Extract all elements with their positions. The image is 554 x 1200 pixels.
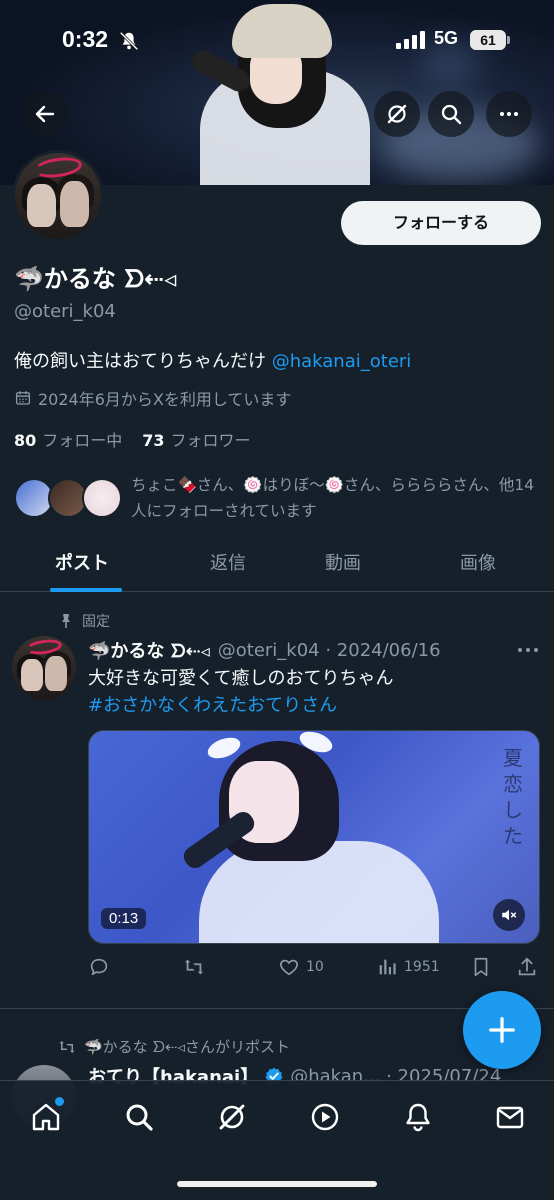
- post-header: 🦈かるな ᗤ⇠◃ @oteri_k04 · 2024/06/16: [88, 637, 441, 663]
- view-count: 1951: [404, 959, 440, 975]
- pin-icon: [62, 614, 70, 628]
- post-meta: @oteri_k04 · 2024/06/16: [217, 639, 441, 661]
- active-tab-indicator: [50, 588, 122, 592]
- following-link[interactable]: 80 フォロー中: [14, 427, 122, 451]
- compose-button[interactable]: [463, 991, 541, 1069]
- nav-search[interactable]: [123, 1101, 155, 1133]
- plus-icon: [489, 1017, 515, 1043]
- search-button[interactable]: [428, 91, 474, 137]
- user-handle: @oteri_k04: [14, 301, 116, 322]
- grok-icon: [387, 104, 407, 124]
- like-button[interactable]: 10: [278, 956, 324, 978]
- repost-icon: [184, 959, 204, 975]
- reply-button[interactable]: [88, 956, 110, 978]
- share-icon: [518, 957, 536, 976]
- post-hashtag[interactable]: #おさかなくわえたおてりさん: [88, 692, 393, 719]
- home-indicator: [177, 1181, 377, 1187]
- heart-icon: [280, 959, 298, 976]
- reply-icon: [90, 958, 108, 976]
- nav-grok[interactable]: [216, 1101, 248, 1133]
- follower-avatar: [82, 478, 122, 518]
- repost-label: 🦈かるな ᗤ⇠◃さんがリポスト: [58, 1036, 290, 1057]
- network-type: 5G: [434, 28, 459, 48]
- status-bar: 0:32 5G 61: [0, 0, 554, 84]
- profile-tabs: ポスト 返信 動画 画像: [0, 537, 554, 592]
- following-count: 80: [14, 431, 37, 450]
- mail-icon: [496, 1106, 524, 1129]
- tab-images[interactable]: 画像: [460, 549, 496, 575]
- video-caption: 夏恋した: [503, 746, 523, 848]
- bookmark-button[interactable]: [470, 956, 492, 978]
- repost-text: 🦈かるな ᗤ⇠◃さんがリポスト: [84, 1038, 290, 1056]
- post-text: 大好きな可愛くて癒しのおてりちゃん #おさかなくわえたおてりさん: [88, 665, 393, 719]
- followed-by-text: ちょこ🍫さん、🍥はりぼ〜🍥さん、ららららさん、他14人にフォローされています: [131, 476, 535, 520]
- status-time: 0:32: [62, 26, 109, 52]
- bookmark-icon: [474, 957, 488, 977]
- battery-tip: [507, 36, 510, 44]
- bio-mention-link[interactable]: @hakanai_oteri: [272, 351, 412, 372]
- followed-by[interactable]: ちょこ🍫さん、🍥はりぼ〜🍥さん、ららららさん、他14人にフォローされています: [14, 472, 544, 524]
- profile-avatar[interactable]: [12, 150, 104, 242]
- post-actions: 10 1951: [88, 956, 544, 984]
- search-icon: [126, 1104, 153, 1131]
- share-button[interactable]: [516, 956, 538, 978]
- nav-video[interactable]: [309, 1101, 341, 1133]
- grok-icon: [219, 1104, 245, 1130]
- display-name: 🦈かるな ᗤ⇠◃: [14, 265, 177, 293]
- nav-messages[interactable]: [494, 1101, 526, 1133]
- bell-off-icon: [119, 31, 139, 51]
- bio-text: 俺の飼い主はおてりちゃんだけ: [14, 351, 272, 372]
- followers-link[interactable]: 73 フォロワー: [142, 427, 250, 451]
- followers-count: 73: [142, 431, 165, 450]
- following-label: フォロー中: [42, 431, 123, 450]
- video-duration: 0:13: [101, 908, 147, 929]
- signal-icon: [396, 31, 425, 49]
- tab-posts[interactable]: ポスト: [55, 549, 109, 575]
- nav-notifications[interactable]: [402, 1101, 434, 1133]
- post-avatar[interactable]: [12, 636, 76, 700]
- follow-button[interactable]: フォローする: [341, 201, 541, 245]
- more-button[interactable]: [486, 91, 532, 137]
- post-video[interactable]: 夏恋した 0:13: [88, 730, 540, 944]
- repost-button[interactable]: [183, 956, 205, 978]
- tab-videos[interactable]: 動画: [325, 549, 361, 575]
- mute-button[interactable]: [493, 899, 525, 931]
- follow-stats: 80 フォロー中 73 フォロワー: [14, 427, 251, 451]
- followers-label: フォロワー: [170, 431, 251, 450]
- profile-bio: 俺の飼い主はおてりちゃんだけ @hakanai_oteri: [14, 347, 411, 373]
- repost-icon: [59, 1040, 75, 1053]
- post-more-icon[interactable]: [516, 645, 540, 655]
- back-button[interactable]: [22, 91, 68, 137]
- views-icon: [379, 959, 396, 975]
- post-body: 大好きな可愛くて癒しのおてりちゃん: [88, 668, 394, 689]
- post-author-name[interactable]: 🦈かるな ᗤ⇠◃: [88, 637, 210, 663]
- grok-button[interactable]: [374, 91, 420, 137]
- mute-icon: [502, 909, 517, 921]
- search-icon: [441, 104, 462, 125]
- pinned-text: 固定: [82, 614, 110, 630]
- pinned-label: 固定: [58, 611, 110, 631]
- tab-replies[interactable]: 返信: [210, 549, 246, 575]
- notification-dot: [55, 1097, 64, 1106]
- joined-date: 2024年6月からXを利用しています: [14, 386, 291, 410]
- video-icon: [311, 1103, 339, 1131]
- arrow-left-icon: [35, 105, 55, 123]
- bell-icon: [406, 1103, 430, 1132]
- more-icon: [500, 112, 518, 116]
- views-button[interactable]: 1951: [376, 956, 440, 978]
- like-count: 10: [306, 959, 324, 975]
- calendar-icon: [15, 391, 31, 405]
- joined-text: 2024年6月からXを利用しています: [38, 390, 292, 409]
- battery-level: 61: [470, 30, 506, 50]
